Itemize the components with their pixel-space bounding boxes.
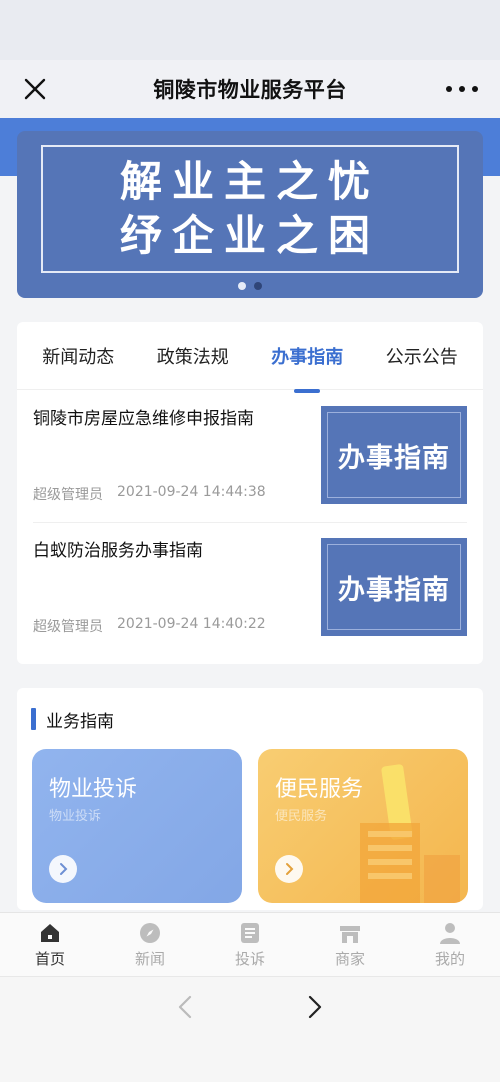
banner-line-2: 纾企业之困 xyxy=(119,211,380,260)
list-item[interactable]: 铜陵市房屋应急维修申报指南 超级管理员 2021-09-24 14:44:38 … xyxy=(33,392,467,520)
tab-news-nav[interactable]: 新闻 xyxy=(110,921,190,969)
property-complaint-tile[interactable]: 物业投诉 物业投诉 xyxy=(32,749,242,903)
document-icon xyxy=(241,922,259,943)
banner-line-1: 解业主之忧 xyxy=(119,157,380,206)
news-title: 白蚁防治服务办事指南 xyxy=(33,541,203,561)
home-icon xyxy=(41,923,59,942)
section-title: 业务指南 xyxy=(31,708,114,732)
status-bar xyxy=(0,0,500,60)
convenience-service-tile[interactable]: 便民服务 便民服务 xyxy=(258,749,468,903)
news-author: 超级管理员 xyxy=(33,487,103,503)
compass-icon xyxy=(140,922,160,943)
forward-arrow-icon[interactable] xyxy=(300,993,328,1021)
chevron-right-icon[interactable] xyxy=(49,855,77,883)
tab-home[interactable]: 首页 xyxy=(10,921,90,969)
news-thumbnail: 办事指南 xyxy=(321,406,467,504)
tab-policy[interactable]: 政策法规 xyxy=(153,335,233,377)
tile-subtitle: 便民服务 xyxy=(275,809,328,824)
title-bar: 铜陵市物业服务平台 xyxy=(0,60,500,118)
service-guide-card: 业务指南 物业投诉 物业投诉 便民服务 便民服务 xyxy=(17,688,483,910)
thumbnail-text: 办事指南 xyxy=(338,574,450,606)
news-title: 铜陵市房屋应急维修申报指南 xyxy=(33,409,254,429)
banner-carousel[interactable]: 解业主之忧 纾企业之困 xyxy=(17,131,483,298)
chevron-right-icon[interactable] xyxy=(275,855,303,883)
carousel-dot-1[interactable] xyxy=(238,282,246,290)
divider xyxy=(33,522,467,523)
tab-notice[interactable]: 公示公告 xyxy=(382,335,462,377)
tab-mine[interactable]: 我的 xyxy=(410,921,490,969)
banner-frame: 解业主之忧 纾企业之困 xyxy=(41,145,459,273)
news-meta: 超级管理员 2021-09-24 14:40:22 xyxy=(33,616,266,636)
tile-subtitle: 物业投诉 xyxy=(49,809,102,824)
tab-guide[interactable]: 办事指南 xyxy=(267,335,347,393)
news-thumbnail: 办事指南 xyxy=(321,538,467,636)
building-illustration-icon xyxy=(360,764,460,903)
news-author: 超级管理员 xyxy=(33,619,103,635)
tab-home-label: 首页 xyxy=(34,949,65,968)
bottom-tab-bar: 首页 新闻 投诉 商家 我的 xyxy=(0,912,500,976)
news-card: 新闻动态 政策法规 办事指南 公示公告 铜陵市房屋应急维修申报指南 超级管理员 … xyxy=(17,322,483,664)
list-item[interactable]: 白蚁防治服务办事指南 超级管理员 2021-09-24 14:40:22 办事指… xyxy=(33,524,467,652)
tab-news[interactable]: 新闻动态 xyxy=(38,335,118,377)
user-icon xyxy=(440,922,460,944)
news-time: 2021-09-24 14:40:22 xyxy=(117,616,266,632)
news-meta: 超级管理员 2021-09-24 14:44:38 xyxy=(33,484,266,504)
thumbnail-text: 办事指南 xyxy=(338,442,450,474)
tab-news-label: 新闻 xyxy=(134,949,165,968)
tile-title: 便民服务 xyxy=(275,777,364,802)
back-arrow-icon[interactable] xyxy=(172,993,200,1021)
tile-title: 物业投诉 xyxy=(49,777,138,802)
news-time: 2021-09-24 14:44:38 xyxy=(117,484,266,500)
tab-complaint-label: 投诉 xyxy=(234,949,265,968)
section-title-text: 业务指南 xyxy=(46,711,114,732)
browser-nav-bar xyxy=(0,976,500,1082)
carousel-dots xyxy=(17,282,483,290)
tab-mine-label: 我的 xyxy=(434,949,465,968)
page-title: 铜陵市物业服务平台 xyxy=(153,78,347,102)
carousel-dot-2[interactable] xyxy=(254,282,262,290)
tab-complaint[interactable]: 投诉 xyxy=(210,921,290,969)
news-tabs: 新闻动态 政策法规 办事指南 公示公告 xyxy=(17,322,483,393)
tab-merchant-label: 商家 xyxy=(334,949,365,968)
store-icon xyxy=(340,925,360,943)
close-icon[interactable] xyxy=(20,74,50,104)
tab-merchant[interactable]: 商家 xyxy=(310,921,390,969)
more-icon[interactable] xyxy=(446,74,478,104)
